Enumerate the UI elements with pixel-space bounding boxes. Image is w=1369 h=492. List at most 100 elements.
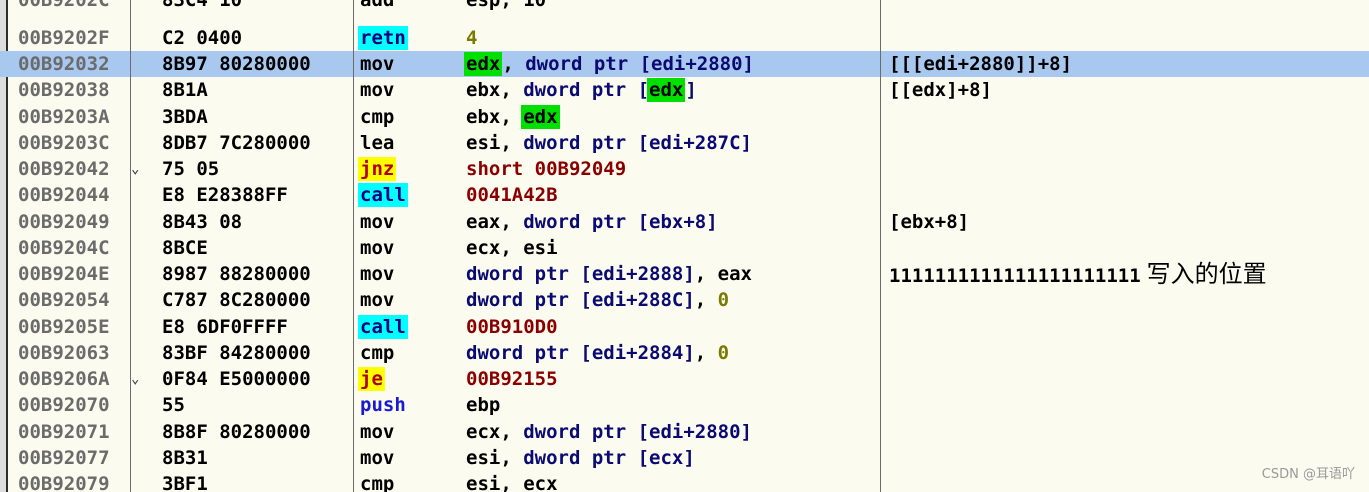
operands: edx, dword ptr [edi+2880] xyxy=(464,52,754,76)
address: 00B9206A xyxy=(18,368,110,390)
disasm-row[interactable]: 00B92038 8B1A mov ebx, dword ptr [edx] [… xyxy=(0,77,1369,103)
comment: [[[edi+2880]]+8] xyxy=(889,53,1073,75)
hex-bytes: C2 0400 xyxy=(162,27,243,49)
mnemonic: mov xyxy=(360,263,395,285)
comment-digits: 1111111111111111111111 xyxy=(889,265,1141,287)
watermark: CSDN @耳语吖 xyxy=(1261,467,1355,482)
mnemonic: mov xyxy=(360,211,395,233)
disasm-row-selected[interactable]: 00B92032 8B97 80280000 mov edx, dword pt… xyxy=(0,51,1369,78)
hex-bytes: 0F84 E5000000 xyxy=(162,368,311,390)
address: 00B92070 xyxy=(18,394,110,416)
operands[interactable]: 00B910D0 xyxy=(466,314,876,340)
disasm-row[interactable]: 00B9202F C2 0400 retn 4 xyxy=(0,25,1369,51)
operands: esp, 10 xyxy=(466,0,547,11)
column-divider[interactable] xyxy=(130,0,131,492)
address: 00B92032 xyxy=(18,53,110,75)
mnemonic: call xyxy=(358,315,408,339)
comment: [[edx]+8] xyxy=(889,79,992,101)
operands: esi, dword ptr [edi+287C] xyxy=(466,132,752,154)
hex-bytes: 8BCE xyxy=(162,237,208,259)
disasm-row[interactable]: 00B9203A 3BDA cmp ebx, edx xyxy=(0,104,1369,130)
operands: ecx, dword ptr [edi+2880] xyxy=(466,421,752,443)
address: 00B92049 xyxy=(18,211,110,233)
column-divider[interactable] xyxy=(880,0,881,492)
address: 00B92054 xyxy=(18,289,110,311)
mnemonic: mov xyxy=(360,447,395,469)
hex-bytes: 8B8F 80280000 xyxy=(162,421,311,443)
address: 00B92038 xyxy=(18,79,110,101)
address: 00B9204C xyxy=(18,237,110,259)
address: 00B9204E xyxy=(18,263,110,285)
operands: ebx, edx xyxy=(466,105,560,129)
address: 00B9202C xyxy=(18,0,110,11)
mnemonic: mov xyxy=(360,79,395,101)
address: 00B9205E xyxy=(18,316,110,338)
disasm-row[interactable]: 00B92079 3BF1 cmp esi, ecx xyxy=(0,471,1369,492)
disasm-row[interactable]: 00B92063 83BF 84280000 cmp dword ptr [ed… xyxy=(0,340,1369,366)
jump-arrow-icon: ⌄ xyxy=(131,371,140,387)
disasm-row[interactable]: 00B92042 ⌄ 75 05 jnz short 00B92049 xyxy=(0,156,1369,182)
mnemonic: cmp xyxy=(360,342,395,364)
mnemonic: call xyxy=(358,183,408,207)
operands: dword ptr [edi+288C], 0 xyxy=(466,289,730,311)
mnemonic: jnz xyxy=(358,157,397,181)
operands: ebx, dword ptr [edx] xyxy=(466,78,697,102)
mnemonic: mov xyxy=(360,237,395,259)
hex-bytes: 8987 88280000 xyxy=(162,263,311,285)
mnemonic: add xyxy=(360,0,395,11)
address: 00B92063 xyxy=(18,342,110,364)
disasm-row[interactable]: 00B9202C 83C4 10 add esp, 10 xyxy=(0,0,1369,13)
mnemonic: push xyxy=(360,394,406,416)
operands: esi, dword ptr [ecx] xyxy=(466,447,695,469)
hex-bytes: 3BDA xyxy=(162,106,208,128)
disasm-row[interactable]: 00B92077 8B31 mov esi, dword ptr [ecx] xyxy=(0,445,1369,471)
operands: dword ptr [edi+2884], 0 xyxy=(466,342,730,364)
hex-bytes: 8B31 xyxy=(162,447,208,469)
hex-bytes: E8 E28388FF xyxy=(162,184,288,206)
operands: ebp xyxy=(466,394,501,416)
disasm-row[interactable]: 00B9204C 8BCE mov ecx, esi xyxy=(0,235,1369,261)
operands: dword ptr [edi+2888], eax xyxy=(466,263,752,285)
column-divider[interactable] xyxy=(353,0,354,492)
hex-bytes: C787 8C280000 xyxy=(162,289,311,311)
mnemonic: lea xyxy=(360,132,395,154)
hex-bytes: 83BF 84280000 xyxy=(162,342,311,364)
disasm-row[interactable]: 00B92070 55 push ebp xyxy=(0,392,1369,418)
hex-bytes: 8DB7 7C280000 xyxy=(162,132,311,154)
address: 00B9202F xyxy=(18,27,110,49)
comment: [ebx+8] xyxy=(889,211,970,233)
hex-bytes: E8 6DF0FFFF xyxy=(162,316,288,338)
operands: eax, dword ptr [ebx+8] xyxy=(466,211,718,233)
hex-bytes: 55 xyxy=(162,394,185,416)
disasm-row[interactable]: 00B92044 E8 E28388FF call 0041A42B xyxy=(0,182,1369,208)
hex-bytes: 8B1A xyxy=(162,79,208,101)
mnemonic: mov xyxy=(360,289,395,311)
mnemonic: mov xyxy=(360,53,395,75)
disasm-row[interactable]: 00B92049 8B43 08 mov eax, dword ptr [ebx… xyxy=(0,209,1369,235)
hex-bytes: 8B97 80280000 xyxy=(162,53,311,75)
hex-bytes: 83C4 10 xyxy=(162,0,243,11)
operands[interactable]: 00B92155 xyxy=(466,366,876,392)
mnemonic: mov xyxy=(360,421,395,443)
address: 00B92044 xyxy=(18,184,110,206)
comment-chinese: 写入的位置 xyxy=(1146,260,1267,288)
disasm-row[interactable]: 00B92071 8B8F 80280000 mov ecx, dword pt… xyxy=(0,419,1369,445)
disasm-row[interactable]: 00B9206A ⌄ 0F84 E5000000 je 00B92155 xyxy=(0,366,1369,392)
address: 00B92042 xyxy=(18,158,110,180)
operands: esi, ecx xyxy=(466,473,558,492)
disasm-row[interactable]: 00B9205E E8 6DF0FFFF call 00B910D0 xyxy=(0,314,1369,340)
address: 00B9203C xyxy=(18,132,110,154)
address: 00B92071 xyxy=(18,421,110,443)
disasm-row[interactable]: 00B92054 C787 8C280000 mov dword ptr [ed… xyxy=(0,287,1369,313)
operands[interactable]: 0041A42B xyxy=(466,182,876,208)
disasm-row[interactable]: 00B9204E 8987 88280000 mov dword ptr [ed… xyxy=(0,261,1369,287)
address: 00B9203A xyxy=(18,106,110,128)
disasm-row[interactable]: 00B9203C 8DB7 7C280000 lea esi, dword pt… xyxy=(0,130,1369,156)
comment: 1111111111111111111111 写入的位置 xyxy=(889,261,1369,287)
mnemonic: cmp xyxy=(360,473,395,492)
operands: ecx, esi xyxy=(466,237,558,259)
mnemonic: cmp xyxy=(360,106,395,128)
operands[interactable]: short 00B92049 xyxy=(466,156,876,182)
address: 00B92079 xyxy=(18,473,110,492)
jump-arrow-icon: ⌄ xyxy=(131,161,140,177)
